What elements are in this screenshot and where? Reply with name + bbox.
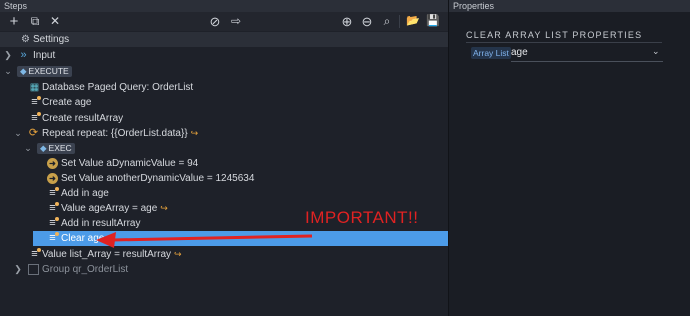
arrow-shaft [111, 234, 313, 242]
annotation-arrow [96, 232, 313, 248]
arrow-head [96, 232, 116, 248]
annotation-text: IMPORTANT!! [305, 208, 419, 227]
